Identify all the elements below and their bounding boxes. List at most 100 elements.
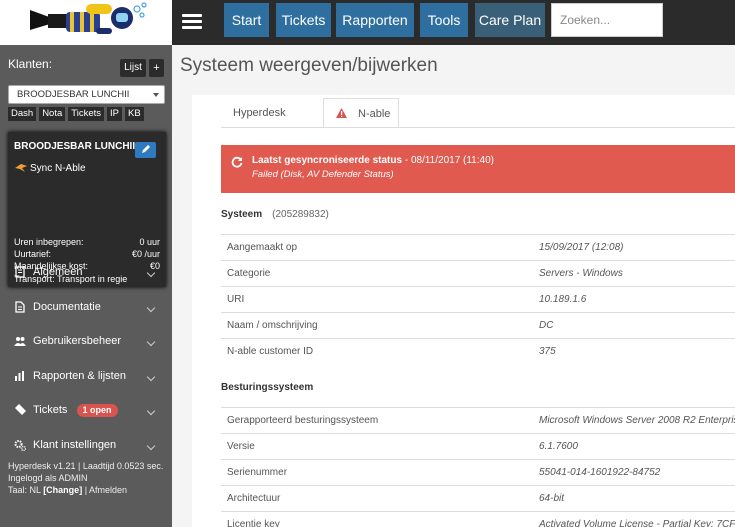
row-key: Gerapporteerd besturingssysteem — [227, 415, 379, 426]
language-label: Taal: NL — [8, 485, 44, 495]
quick-tab-dash[interactable]: Dash — [8, 107, 37, 121]
sidebar-item-gebruikersbeheer[interactable]: Gebruikersbeheer — [0, 324, 172, 359]
nav-care-plan[interactable]: Care Plan — [475, 3, 545, 37]
table-row: Versie 6.1.7600 — [221, 433, 735, 459]
bar-chart-icon — [15, 370, 24, 381]
row-value: 375 — [539, 346, 556, 357]
table-row: Aangemaakt op 15/09/2017 (12:08) — [221, 234, 735, 260]
nav-tools[interactable]: Tools — [420, 3, 468, 37]
sync-bird-icon — [15, 164, 27, 172]
page-title: Systeem weergeven/bijwerken — [180, 55, 438, 76]
sync-status-heading: Laatst gesyncroniseerde status — [252, 155, 403, 166]
diver-logo-icon — [30, 2, 147, 34]
sidebar-item-algemeen[interactable]: Algemeen — [0, 255, 172, 290]
nav-start[interactable]: Start — [224, 3, 269, 37]
main-content: Systeem weergeven/bijwerken Hyperdesk N-… — [172, 45, 735, 527]
tab-hyperdesk[interactable]: Hyperdesk — [233, 98, 303, 128]
top-navbar: Start Tickets Rapporten Tools Care Plan … — [172, 0, 735, 45]
card-row-value: 0 uur — [139, 237, 160, 247]
edit-client-button[interactable] — [135, 142, 156, 158]
quick-tab-kb[interactable]: KB — [124, 107, 144, 121]
pencil-icon — [142, 145, 150, 153]
tab-nable[interactable]: N-able — [323, 98, 399, 128]
ticket-icon — [15, 404, 26, 415]
quick-tab-tickets[interactable]: Tickets — [68, 107, 104, 121]
os-heading-label: Besturingssysteem — [221, 382, 314, 393]
table-row: N-able customer ID 375 — [221, 338, 735, 364]
sync-status-alert: Laatst gesyncroniseerde status - 08/11/2… — [221, 145, 735, 193]
chevron-down-icon — [146, 337, 156, 347]
row-key: URI — [227, 294, 245, 305]
system-panel: Hyperdesk N-able Laatst gesyncroniseerde… — [192, 95, 735, 527]
warning-icon — [336, 108, 347, 118]
sync-nable-link[interactable]: Sync N-Able — [30, 163, 86, 174]
sidebar-item-rapporten[interactable]: Rapporten & lijsten — [0, 359, 172, 394]
lijst-button[interactable]: Lijst — [120, 59, 146, 77]
systeem-heading: Systeem (205289832) — [221, 209, 329, 220]
row-value: Microsoft Windows Server 2008 R2 Enterpr… — [539, 415, 735, 426]
sidebar-item-label: Klant instellingen — [33, 438, 117, 451]
row-key: Versie — [227, 441, 255, 452]
table-row: URI 10.189.1.6 — [221, 286, 735, 312]
quick-tab-ip[interactable]: IP — [107, 107, 122, 121]
client-select-value: BROODJESBAR LUNCHII — [17, 89, 130, 100]
chevron-down-icon — [146, 268, 156, 278]
table-row: Naam / omschrijving DC — [221, 312, 735, 338]
row-key: Architectuur — [227, 493, 281, 504]
version-info: Hyperdesk v1.21 | Laadtijd 0.0523 sec. — [8, 461, 164, 471]
table-row: Architectuur 64-bit — [221, 485, 735, 511]
sidebar: Klanten: Lijst + BROODJESBAR LUNCHII Das… — [0, 45, 172, 527]
tickets-open-badge: 1 open — [76, 404, 118, 417]
klanten-label: Klanten: — [8, 57, 53, 71]
row-value: 10.189.1.6 — [539, 294, 587, 305]
client-quick-tabs: Dash Nota Tickets IP KB — [8, 107, 147, 121]
logout-link[interactable]: Afmelden — [89, 485, 127, 495]
systeem-heading-label: Systeem — [221, 209, 263, 220]
row-value: 15/09/2017 (12:08) — [539, 242, 624, 253]
search-input[interactable]: Zoeken... — [551, 3, 663, 37]
client-card-title: BROODJESBAR LUNCHII — [14, 141, 136, 152]
sidebar-item-documentatie[interactable]: Documentatie — [0, 290, 172, 325]
systeem-table: Aangemaakt op 15/09/2017 (12:08) Categori… — [221, 234, 735, 364]
tab-nable-label: N-able — [358, 108, 391, 120]
table-row: Gerapporteerd besturingssysteem Microsoft… — [221, 407, 735, 433]
client-select[interactable]: BROODJESBAR LUNCHII — [8, 85, 165, 104]
besturingssysteem-heading: Besturingssysteem — [221, 382, 313, 393]
chevron-down-icon — [146, 303, 156, 312]
quick-tab-nota[interactable]: Nota — [39, 107, 66, 121]
document-icon — [15, 300, 25, 313]
logo — [0, 0, 172, 45]
card-row-uren: Uren inbegrepen: 0 uur — [14, 236, 160, 248]
sidebar-menu: Algemeen Documentatie Gebruikersbeheer R… — [0, 255, 172, 462]
sync-status-title: Laatst gesyncroniseerde status - 08/11/2… — [252, 155, 494, 166]
os-table: Gerapporteerd besturingssysteem Microsoft… — [221, 407, 735, 527]
row-value: 6.1.7600 — [539, 441, 578, 452]
nav-tickets[interactable]: Tickets — [276, 3, 331, 37]
row-value: 55041-014-1601922-84752 — [539, 467, 661, 478]
add-client-button[interactable]: + — [149, 59, 164, 77]
row-key: N-able customer ID — [227, 346, 314, 357]
table-row: Serienummer 55041-014-1601922-84752 — [221, 459, 735, 485]
sidebar-item-label: Gebruikersbeheer — [33, 335, 122, 347]
caret-down-icon — [153, 93, 159, 97]
footer-separator: | — [82, 485, 90, 495]
chevron-down-icon — [146, 406, 156, 416]
nav-rapporten[interactable]: Rapporten — [336, 3, 414, 37]
hamburger-menu-icon[interactable] — [182, 14, 202, 30]
sync-status-date: - 08/11/2017 (11:40) — [402, 155, 494, 166]
book-icon — [15, 266, 25, 278]
sidebar-footer: Hyperdesk v1.21 | Laadtijd 0.0523 sec. I… — [8, 460, 163, 496]
change-language-link[interactable]: [Change] — [43, 485, 82, 495]
logged-in-info: Ingelogd als ADMIN — [8, 473, 88, 483]
row-value: Activated Volume License - Partial Key: … — [539, 519, 735, 527]
sidebar-item-label: Rapporten & lijsten — [33, 369, 126, 382]
row-value: DC — [539, 320, 554, 331]
sidebar-item-tickets[interactable]: Tickets 1 open — [0, 393, 172, 428]
systeem-id: (205289832) — [272, 209, 329, 220]
cogs-icon — [14, 439, 26, 451]
sidebar-item-klant-instellingen[interactable]: Klant instellingen — [0, 428, 172, 463]
sidebar-item-label: Documentatie — [33, 300, 101, 313]
row-key: Serienummer — [227, 467, 288, 478]
users-icon — [14, 337, 26, 346]
sync-status-detail: Failed (Disk, AV Defender Status) — [252, 169, 394, 180]
